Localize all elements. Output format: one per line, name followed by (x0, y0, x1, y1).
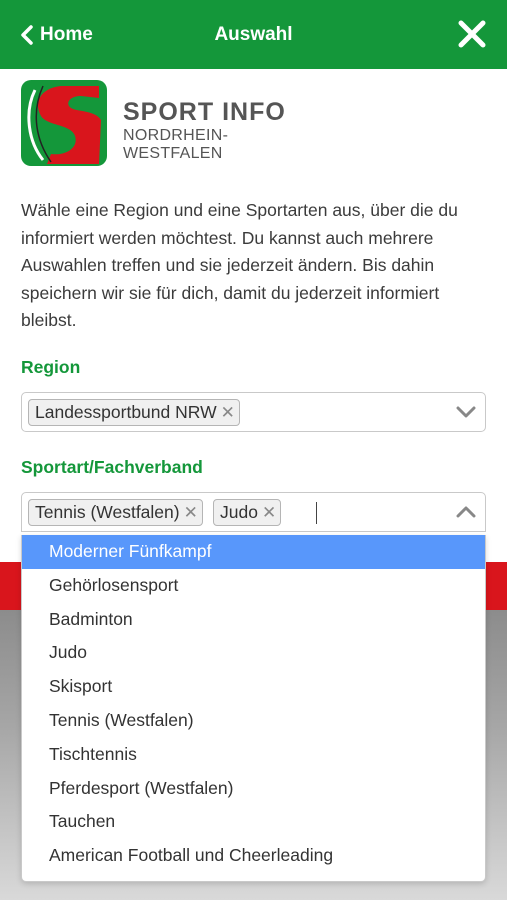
dropdown-option[interactable]: Moderner Fünfkampf (22, 535, 485, 569)
region-label: Region (21, 357, 81, 377)
sport-info-logo-icon (21, 80, 107, 166)
logo-subtitle: NORDRHEIN-WESTFALEN (123, 127, 229, 162)
sport-tag-label: Tennis (Westfalen) (35, 502, 180, 522)
sport-tag: Tennis (Westfalen) ✕ (28, 499, 203, 526)
remove-tag-icon[interactable]: ✕ (262, 500, 276, 525)
sport-label: Sportart/Fachverband (21, 457, 203, 477)
text-cursor[interactable] (316, 502, 317, 524)
dropdown-option[interactable]: Skisport (22, 670, 485, 704)
sport-dropdown-list: Moderner Fünfkampf Gehörlosensport Badmi… (21, 535, 486, 882)
region-select[interactable]: Landessportbund NRW ✕ (21, 392, 486, 432)
region-tag-label: Landessportbund NRW (35, 402, 217, 422)
dropdown-option[interactable]: Judo (22, 636, 485, 670)
logo: SPORT INFO NORDRHEIN-WESTFALEN (21, 80, 321, 166)
remove-tag-icon[interactable]: ✕ (184, 500, 198, 525)
dropdown-option[interactable]: Tennis (Westfalen) (22, 704, 485, 738)
top-bar: Home Auswahl (0, 0, 507, 69)
region-tag: Landessportbund NRW ✕ (28, 399, 240, 426)
dropdown-option[interactable]: Tauchen (22, 805, 485, 839)
dropdown-option[interactable]: American Football und Cheerleading (22, 839, 485, 873)
dropdown-option[interactable]: Pferdesport (Westfalen) (22, 772, 485, 806)
sport-select[interactable]: Tennis (Westfalen) ✕ Judo ✕ (21, 492, 486, 532)
remove-tag-icon[interactable]: ✕ (221, 400, 235, 425)
sport-tag: Judo ✕ (213, 499, 282, 526)
close-icon[interactable] (457, 19, 487, 49)
dropdown-option[interactable]: Gehörlosensport (22, 569, 485, 603)
sport-tag-label: Judo (220, 502, 258, 522)
logo-title: SPORT INFO (123, 98, 286, 126)
intro-text: Wähle eine Region und eine Sportarten au… (21, 200, 458, 330)
dropdown-option[interactable]: Tischtennis (22, 738, 485, 772)
chevron-up-icon[interactable] (456, 505, 476, 519)
page-title: Auswahl (214, 24, 293, 45)
chevron-down-icon[interactable] (456, 405, 476, 419)
dropdown-option[interactable]: Badminton (22, 603, 485, 637)
